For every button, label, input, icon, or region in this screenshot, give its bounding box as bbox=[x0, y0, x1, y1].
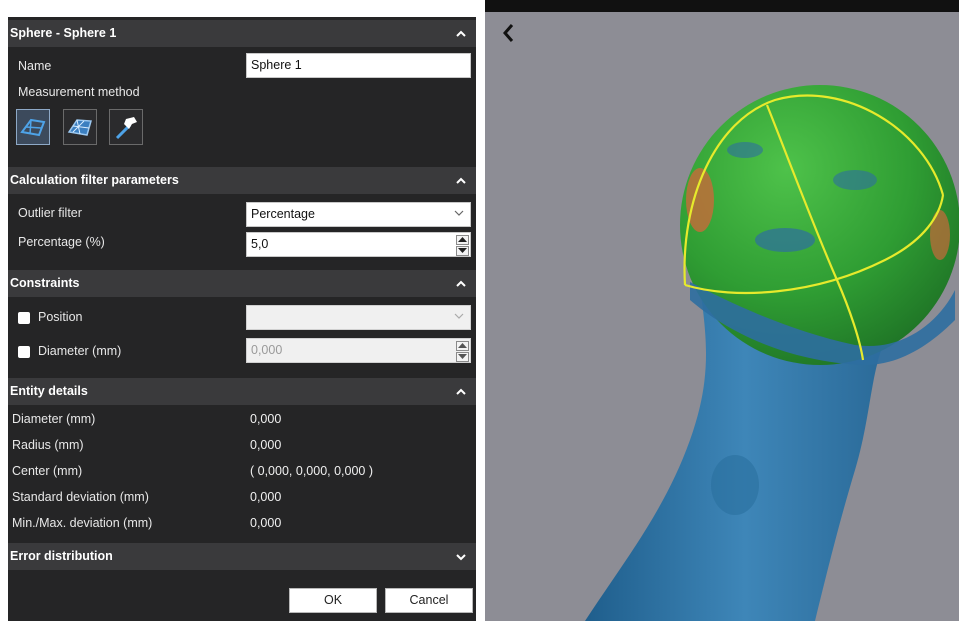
spin-up-icon[interactable] bbox=[456, 235, 469, 245]
section-title: Error distribution bbox=[10, 549, 113, 563]
position-checkbox[interactable] bbox=[18, 312, 30, 324]
position-select[interactable] bbox=[246, 305, 471, 330]
detail-label: Center (mm) bbox=[12, 464, 83, 478]
ok-button[interactable]: OK bbox=[289, 588, 377, 613]
section-header-error-distribution[interactable]: Error distribution bbox=[8, 543, 476, 570]
probe-tool-button[interactable] bbox=[109, 109, 143, 145]
mesh-fit-icon bbox=[67, 119, 92, 136]
chevron-up-icon bbox=[456, 280, 466, 287]
sphere-model bbox=[585, 85, 959, 621]
position-label: Position bbox=[38, 310, 83, 324]
section-title: Calculation filter parameters bbox=[10, 173, 179, 187]
diameter-constraint-label: Diameter (mm) bbox=[38, 344, 122, 358]
name-label: Name bbox=[18, 59, 52, 73]
chevron-down-icon bbox=[456, 554, 466, 561]
percentage-value: 5,0 bbox=[251, 237, 269, 251]
mesh-dimple bbox=[711, 455, 759, 515]
deviation-patch bbox=[930, 210, 950, 260]
chevron-up-icon bbox=[456, 177, 466, 184]
section-header-filter[interactable]: Calculation filter parameters bbox=[8, 167, 476, 194]
detail-value: 0,000 bbox=[250, 412, 282, 426]
detail-value: 0,000 bbox=[250, 516, 282, 530]
3d-viewport[interactable] bbox=[485, 0, 959, 621]
chevron-down-icon bbox=[454, 313, 464, 319]
ball-mesh bbox=[680, 85, 959, 365]
chevron-up-icon bbox=[456, 30, 466, 37]
percentage-label: Percentage (%) bbox=[18, 235, 105, 249]
detail-value: 0,000 bbox=[250, 438, 282, 452]
section-title: Constraints bbox=[10, 276, 80, 290]
spin-up-icon[interactable] bbox=[456, 341, 469, 351]
detail-label: Standard deviation (mm) bbox=[12, 490, 149, 504]
section-header-entity-details[interactable]: Entity details bbox=[8, 378, 476, 405]
measurement-method-label: Measurement method bbox=[18, 85, 140, 99]
deviation-patch bbox=[833, 170, 877, 190]
section-title: Sphere - Sphere 1 bbox=[10, 26, 117, 40]
probe-tool-icon bbox=[115, 117, 137, 140]
splitter[interactable] bbox=[476, 0, 485, 621]
detail-value: 0,000 bbox=[250, 490, 282, 504]
mesh-fit-button[interactable] bbox=[63, 109, 97, 145]
spin-down-icon[interactable] bbox=[456, 246, 469, 256]
outlier-filter-select[interactable]: Percentage bbox=[246, 202, 471, 227]
name-input[interactable]: Sphere 1 bbox=[246, 53, 471, 78]
detail-value: ( 0,000, 0,000, 0,000 ) bbox=[250, 464, 374, 478]
deviation-patch bbox=[727, 142, 763, 158]
outlier-filter-value: Percentage bbox=[251, 207, 315, 221]
spin-down-icon[interactable] bbox=[456, 352, 469, 362]
spin-buttons[interactable] bbox=[456, 235, 469, 256]
percentage-spinbox[interactable]: 5,0 bbox=[246, 232, 471, 257]
outlier-filter-label: Outlier filter bbox=[18, 206, 82, 220]
spin-buttons[interactable] bbox=[456, 341, 469, 362]
section-header-sphere[interactable]: Sphere - Sphere 1 bbox=[8, 20, 476, 47]
detail-label: Radius (mm) bbox=[12, 438, 84, 452]
section-header-constraints[interactable]: Constraints bbox=[8, 270, 476, 297]
section-title: Entity details bbox=[10, 384, 88, 398]
chevron-down-icon bbox=[454, 210, 464, 216]
deviation-patch bbox=[686, 168, 714, 232]
detail-label: Min./Max. deviation (mm) bbox=[12, 516, 153, 530]
deviation-patch bbox=[755, 228, 815, 252]
chevron-up-icon bbox=[456, 388, 466, 395]
detail-label: Diameter (mm) bbox=[12, 412, 96, 426]
diameter-spinbox[interactable]: 0,000 bbox=[246, 338, 471, 363]
surface-fit-icon bbox=[20, 118, 46, 137]
cancel-button[interactable]: Cancel bbox=[385, 588, 473, 613]
surface-fit-button[interactable] bbox=[16, 109, 50, 145]
sphere-properties-panel: Sphere - Sphere 1 Name Sphere 1 Measurem… bbox=[8, 17, 476, 621]
diameter-constraint-value: 0,000 bbox=[251, 343, 283, 357]
diameter-checkbox[interactable] bbox=[18, 346, 30, 358]
